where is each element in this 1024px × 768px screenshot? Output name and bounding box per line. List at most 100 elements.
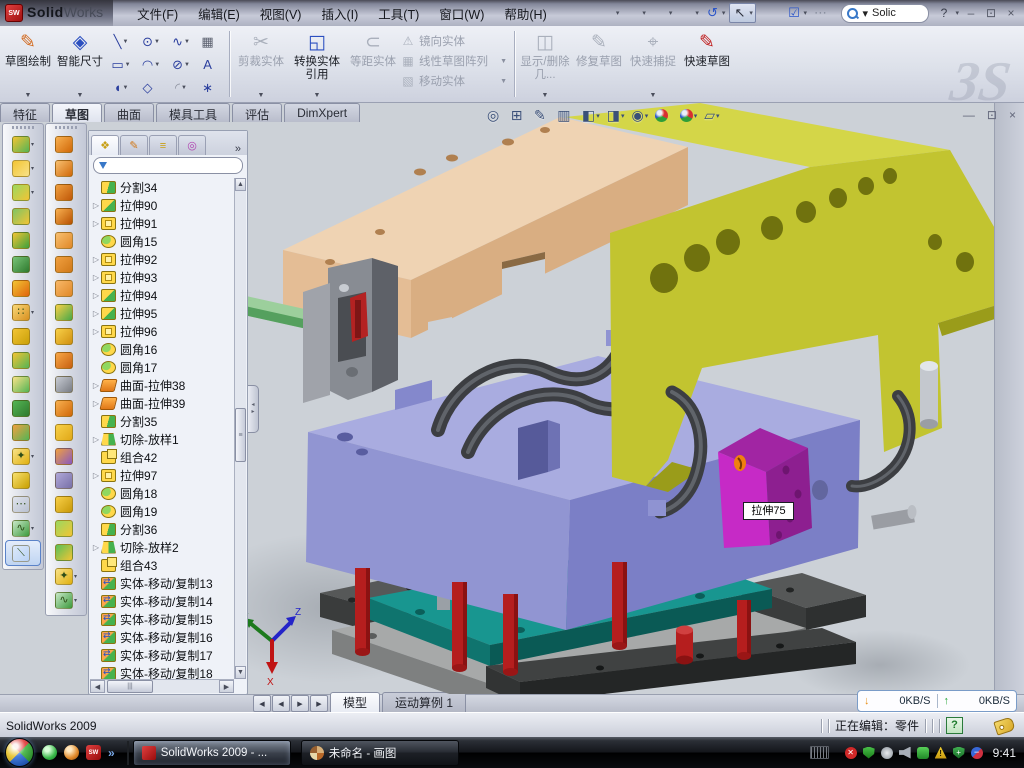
feature-tree-item[interactable]: ▷ 组合42 (91, 448, 234, 466)
expand-arrow-icon[interactable]: ▷ (91, 255, 101, 264)
taskbar-window-button[interactable]: SolidWorks 2009 - ... (133, 740, 291, 766)
surface-tool-button[interactable]: ▾ (46, 156, 86, 180)
view-tool-button[interactable]: ◎ ▾ (487, 107, 504, 124)
feature-tool-button[interactable]: ▾ (3, 156, 43, 180)
surface-tool-button[interactable]: ✦ ▾ (46, 564, 86, 588)
view-tool-button[interactable]: ● ▾ (655, 109, 673, 122)
doc-restore-button[interactable]: ⊡ (987, 108, 997, 122)
surface-tool-button[interactable]: ▾ (46, 516, 86, 540)
feature-tree-item[interactable]: ▷ 曲面-拉伸39 (91, 394, 234, 412)
view-tool-button[interactable]: ◨ ▾ (607, 107, 625, 124)
tray-icon[interactable] (863, 747, 875, 759)
sketch-tool-button[interactable]: ▭ ▼ (106, 53, 136, 76)
ribbon-button[interactable]: ✎ 快速草图 ▼ (680, 26, 734, 102)
dropdown-caret[interactable]: ▾ (621, 112, 625, 120)
tray-icon[interactable]: − (971, 747, 983, 759)
feature-tool-button[interactable]: ▾ (3, 396, 43, 420)
feature-tree-item[interactable]: ▷ 圆角18 (91, 484, 234, 502)
expand-arrow-icon[interactable]: ▷ (91, 471, 101, 480)
command-tab[interactable]: 特征 (0, 103, 50, 122)
surface-tool-button[interactable]: ∿ ▾ (46, 588, 86, 612)
dropdown-caret[interactable]: ▾ (694, 112, 698, 120)
surface-tool-button[interactable]: ▾ (46, 420, 86, 444)
taskbar-clock[interactable]: 9:41 (993, 746, 1016, 760)
expand-arrow-icon[interactable]: ▷ (91, 435, 101, 444)
dropdown-caret[interactable]: ▾ (748, 9, 754, 17)
ribbon-button[interactable]: ✎ 草图绘制 ▼ (2, 26, 54, 102)
sketch-tool-button[interactable]: ◇ ▼ (136, 76, 166, 99)
quick-tips-icon[interactable]: ? (946, 717, 963, 734)
surface-tool-button[interactable]: ▾ (46, 132, 86, 156)
dropdown-caret[interactable]: ▾ (31, 141, 34, 148)
scroll-left-button[interactable]: ◀ (90, 680, 105, 693)
ribbon-button[interactable]: ◫ 显示/删除几... ▼ (518, 26, 572, 102)
dropdown-caret[interactable]: ▾ (615, 9, 621, 17)
surface-tool-button[interactable]: ▾ (46, 348, 86, 372)
sketch-tool-button[interactable]: ◜ ▼ (166, 76, 196, 99)
dropdown-caret[interactable]: ▾ (31, 189, 34, 196)
feature-tool-button[interactable]: ▾ (3, 276, 43, 300)
feature-tool-button[interactable]: ▾ (3, 228, 43, 252)
feature-tree-item[interactable]: ▷ 圆角19 (91, 502, 234, 520)
feature-tree-item[interactable]: ▷ 分割34 (91, 178, 234, 196)
surface-tool-button[interactable]: ▾ (46, 444, 86, 468)
feature-tool-button[interactable]: ▾ (3, 348, 43, 372)
ribbon-button[interactable]: ✂ 剪裁实体 ▼ (233, 26, 289, 102)
sketch-tool-button[interactable]: A ▼ (196, 53, 226, 76)
view-tool-button[interactable]: ✎ ▾ (534, 107, 550, 124)
feature-tool-button[interactable]: ⟍ ▾ (5, 540, 41, 566)
expand-arrow-icon[interactable]: ▷ (91, 219, 101, 228)
expand-arrow-icon[interactable]: ▷ (91, 291, 101, 300)
feature-tree-item[interactable]: ▷ 切除-放样1 (91, 430, 234, 448)
feature-tree-item[interactable]: ▷ 圆角16 (91, 340, 234, 358)
dropdown-caret[interactable]: ▼ (314, 92, 321, 102)
messenger-icon[interactable] (42, 745, 57, 760)
feature-tool-button[interactable]: ∷ ▾ (3, 300, 43, 324)
tree-horizontal-scrollbar[interactable]: ◀ ||| ▶ (90, 679, 234, 693)
feature-tree-item[interactable]: ▷ 曲面-拉伸38 (91, 376, 234, 394)
view-tool-button[interactable]: ⊞ ▾ (511, 107, 527, 124)
taskbar-window-button[interactable]: 未命名 - 画图 (301, 740, 459, 766)
tab-nav-button[interactable]: ▶ (291, 695, 309, 712)
dropdown-caret[interactable]: ▼ (184, 62, 190, 68)
feature-tree-item[interactable]: ▷ 拉伸95 (91, 304, 234, 322)
dropdown-caret[interactable]: ▾ (716, 112, 720, 120)
dropdown-caret[interactable]: ▾ (31, 165, 34, 172)
scroll-down-button[interactable]: ▼ (235, 666, 246, 679)
doc-minimize-button[interactable]: — (963, 108, 975, 122)
command-tab[interactable]: DimXpert (284, 103, 360, 122)
expand-arrow-icon[interactable]: ▷ (91, 201, 101, 210)
view-tool-button[interactable]: ▱ ▾ (704, 107, 719, 124)
ribbon-small-button[interactable]: ▧ 移动实体 ▼ (401, 73, 511, 89)
ribbon-button[interactable]: ◱ 转换实体引用 ▼ (289, 26, 345, 102)
dropdown-caret[interactable]: ▼ (25, 92, 32, 102)
menu-item[interactable]: 帮助(H) (494, 1, 556, 26)
quick-launch-chevron[interactable]: » (108, 746, 115, 760)
document-tab[interactable]: 运动算例 1 (382, 692, 466, 713)
toolbar-button[interactable]: ↺ ▾ (703, 4, 728, 22)
ribbon-button[interactable]: ⌖ 快速捕捉 ▼ (626, 26, 680, 102)
feature-tree-item[interactable]: ▷ 拉伸96 (91, 322, 234, 340)
sketch-tool-button[interactable]: ∗ ▼ (196, 76, 226, 99)
toolbar-button[interactable]: ▾ (650, 4, 675, 22)
feature-tree-item[interactable]: ▷ 圆角17 (91, 358, 234, 376)
dropdown-caret[interactable]: ▾ (721, 9, 727, 17)
menu-item[interactable]: 视图(V) (250, 1, 312, 26)
toolbar-button[interactable]: ▾ (623, 4, 648, 22)
surface-tool-button[interactable]: ▾ (46, 540, 86, 564)
dropdown-caret[interactable]: ▼ (154, 62, 160, 68)
menu-item[interactable]: 工具(T) (368, 1, 429, 26)
feature-tree-item[interactable]: ▷ 拉伸92 (91, 250, 234, 268)
expand-arrow-icon[interactable]: ▷ (91, 309, 101, 318)
surface-tool-button[interactable]: ▾ (46, 180, 86, 204)
ribbon-button[interactable]: ⊂ 等距实体 ▼ (345, 26, 401, 102)
dropdown-caret[interactable]: ▼ (500, 58, 511, 65)
dropdown-caret[interactable]: ▾ (74, 573, 77, 580)
doc-close-button[interactable]: × (1009, 108, 1016, 122)
panel-tab[interactable]: ✎ (120, 135, 148, 155)
start-button[interactable] (5, 738, 34, 767)
feature-tree-item[interactable]: ▷ 分割35 (91, 412, 234, 430)
surface-tool-button[interactable]: ▾ (46, 396, 86, 420)
restore-button[interactable]: ⊡ (982, 6, 1000, 20)
dropdown-caret[interactable]: ▼ (500, 78, 511, 85)
